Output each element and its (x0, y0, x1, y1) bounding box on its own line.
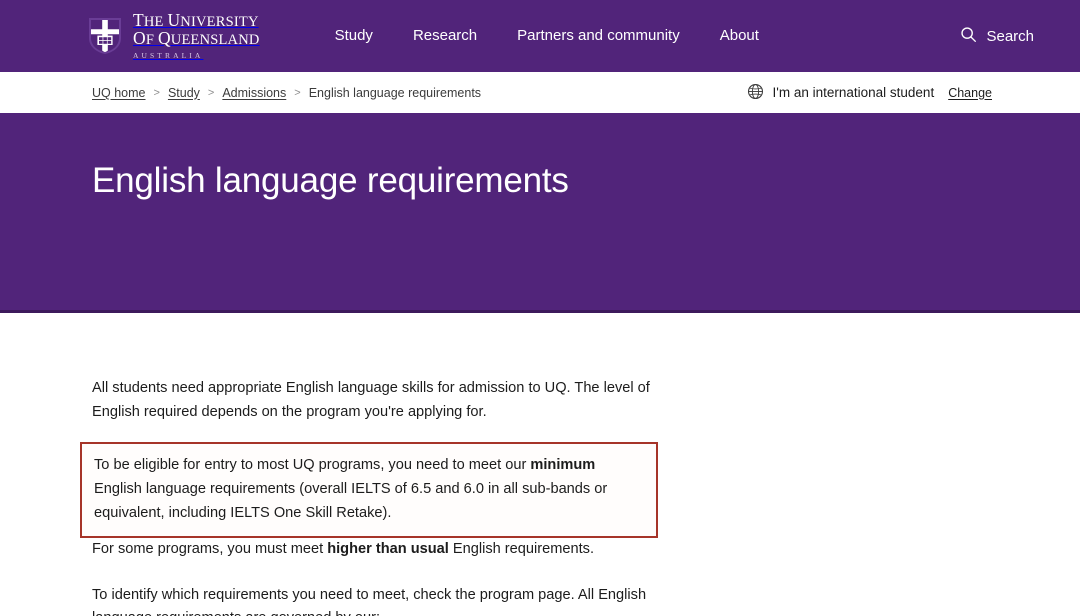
nav-item-research[interactable]: Research (393, 0, 497, 72)
breadcrumb-separator: > (286, 87, 308, 99)
breadcrumb-separator: > (146, 87, 168, 99)
paragraph-2-bold: higher than usual (327, 541, 449, 557)
international-student-label: I'm an international student (773, 85, 935, 100)
search-icon (960, 26, 977, 46)
nav-item-partners-and-community[interactable]: Partners and community (497, 0, 700, 72)
breadcrumb-item-current: English language requirements (309, 86, 481, 100)
hero-banner: English language requirements (0, 113, 1080, 313)
callout-text: To be eligible for entry to most UQ prog… (94, 454, 642, 525)
main-navigation: Study Research Partners and community Ab… (315, 0, 779, 72)
wordmark-country: AUSTRALIA (133, 51, 260, 60)
higher-requirements-paragraph: For some programs, you must meet higher … (92, 538, 652, 562)
page-title: English language requirements (92, 161, 652, 200)
search-button[interactable]: Search (954, 22, 1040, 50)
intro-paragraph: All students need appropriate English la… (92, 377, 652, 424)
site-header: THE UNIVERSITY OF QUEENSLAND AUSTRALIA S… (0, 0, 1080, 72)
main-content: All students need appropriate English la… (0, 313, 1080, 616)
callout-text-part-1: To be eligible for entry to most UQ prog… (94, 457, 530, 473)
minimum-requirements-callout: To be eligible for entry to most UQ prog… (80, 442, 658, 538)
uq-wordmark: THE UNIVERSITY OF QUEENSLAND AUSTRALIA (133, 12, 260, 60)
breadcrumb-item-uq-home[interactable]: UQ home (92, 86, 146, 100)
wordmark-line-1: THE UNIVERSITY (133, 13, 260, 31)
breadcrumb-item-study[interactable]: Study (168, 86, 200, 100)
breadcrumb: UQ home > Study > Admissions > English l… (92, 86, 481, 100)
breadcrumb-item-admissions[interactable]: Admissions (222, 86, 286, 100)
globe-icon (747, 83, 764, 103)
wordmark-line-2: OF QUEENSLAND (133, 31, 260, 49)
paragraph-2-part-2: English requirements. (449, 541, 594, 557)
breadcrumb-bar: UQ home > Study > Admissions > English l… (0, 72, 1080, 113)
breadcrumb-separator: > (200, 87, 222, 99)
nav-item-about[interactable]: About (700, 0, 779, 72)
callout-text-part-2: English language requirements (overall I… (94, 481, 607, 521)
uq-logo-link[interactable]: THE UNIVERSITY OF QUEENSLAND AUSTRALIA (88, 12, 260, 60)
callout-bold-minimum: minimum (530, 457, 595, 473)
identify-requirements-paragraph: To identify which requirements you need … (92, 584, 652, 616)
international-student-indicator: I'm an international student Change (747, 83, 992, 103)
change-student-type-link[interactable]: Change (948, 86, 992, 100)
nav-item-study[interactable]: Study (315, 0, 393, 72)
search-button-label: Search (986, 28, 1034, 45)
uq-shield-crest-icon (88, 17, 122, 55)
paragraph-2-part-1: For some programs, you must meet (92, 541, 327, 557)
